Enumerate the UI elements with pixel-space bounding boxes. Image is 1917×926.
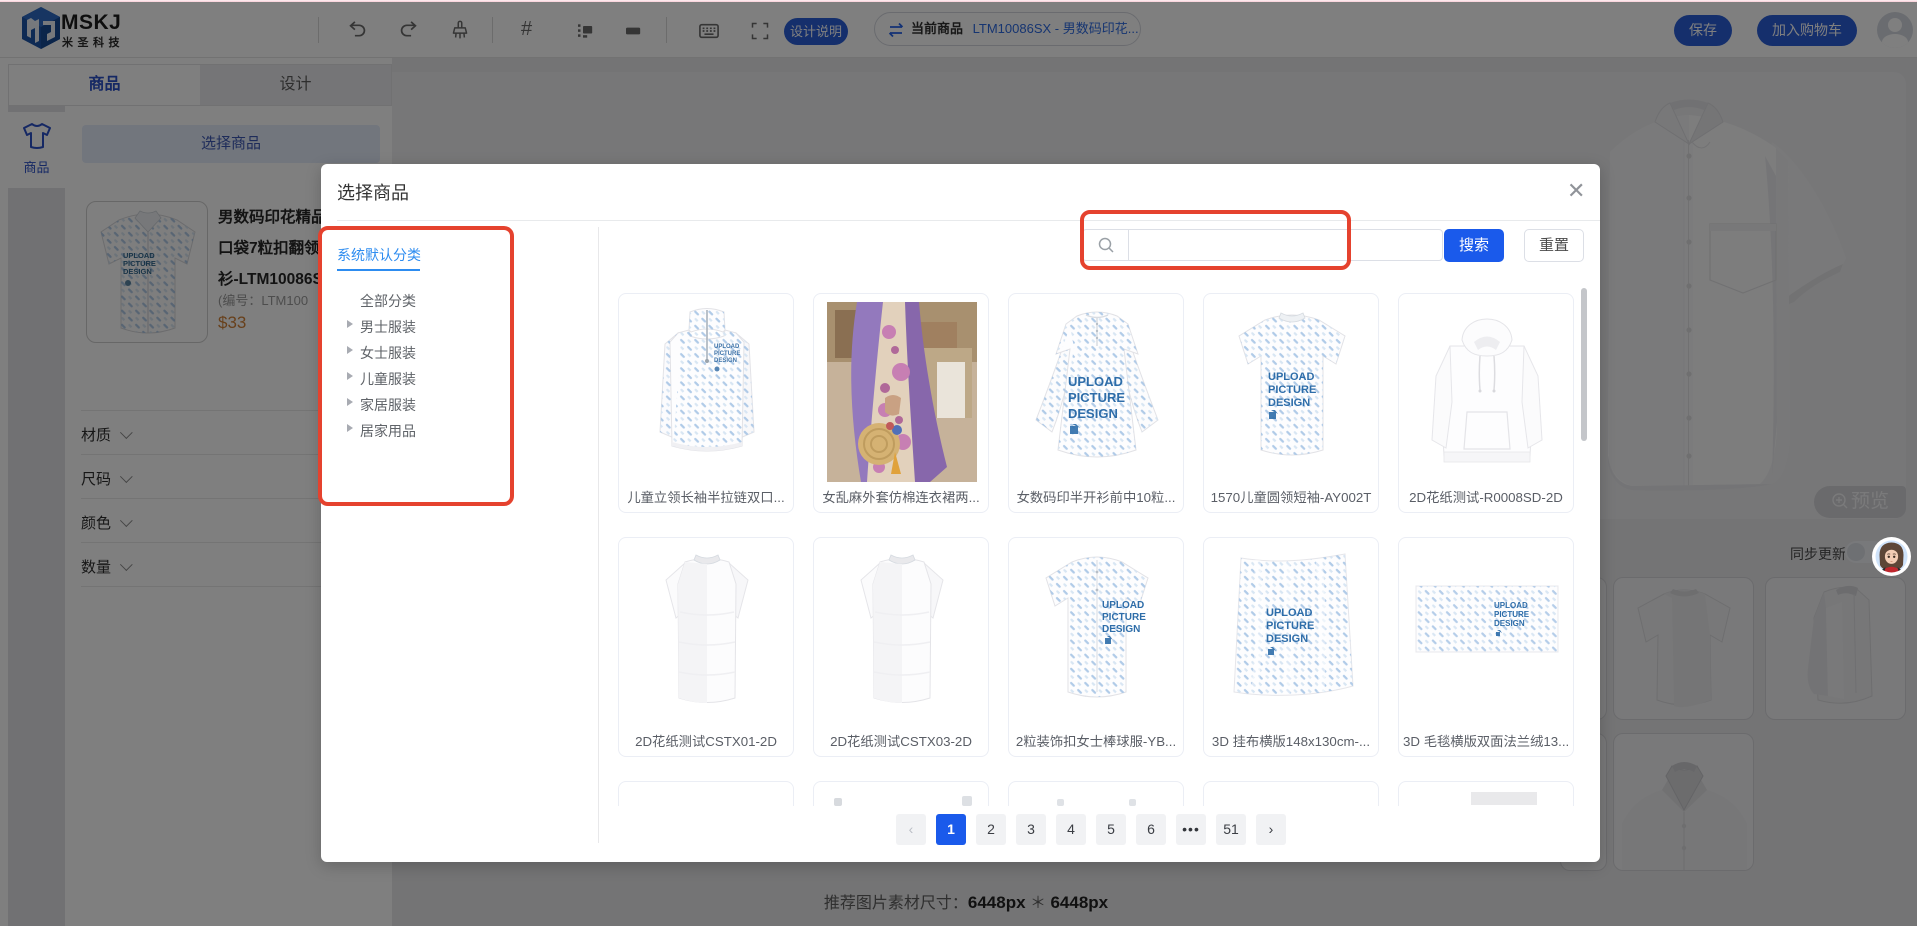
svg-text:DESIGN: DESIGN	[1268, 397, 1310, 409]
svg-text:DESIGN: DESIGN	[1068, 406, 1118, 421]
svg-text:UPLOAD: UPLOAD	[1102, 600, 1144, 611]
svg-text:UPLOAD: UPLOAD	[714, 344, 740, 350]
svg-text:DESIGN: DESIGN	[1266, 633, 1308, 645]
svg-text:PICTURE: PICTURE	[1102, 612, 1146, 623]
svg-text:DESIGN: DESIGN	[714, 358, 737, 364]
svg-text:UPLOAD: UPLOAD	[1494, 601, 1528, 610]
svg-text:PICTURE: PICTURE	[1068, 390, 1125, 405]
svg-text:DESIGN: DESIGN	[1494, 619, 1525, 628]
svg-text:UPLOAD: UPLOAD	[1266, 607, 1313, 619]
svg-text:UPLOAD: UPLOAD	[1068, 374, 1123, 389]
svg-text:PICTURE: PICTURE	[714, 351, 740, 357]
svg-text:PICTURE: PICTURE	[1494, 610, 1530, 619]
svg-text:UPLOAD: UPLOAD	[1268, 371, 1315, 383]
svg-text:DESIGN: DESIGN	[1102, 624, 1140, 635]
svg-text:PICTURE: PICTURE	[1266, 620, 1314, 632]
svg-text:PICTURE: PICTURE	[1268, 384, 1316, 396]
